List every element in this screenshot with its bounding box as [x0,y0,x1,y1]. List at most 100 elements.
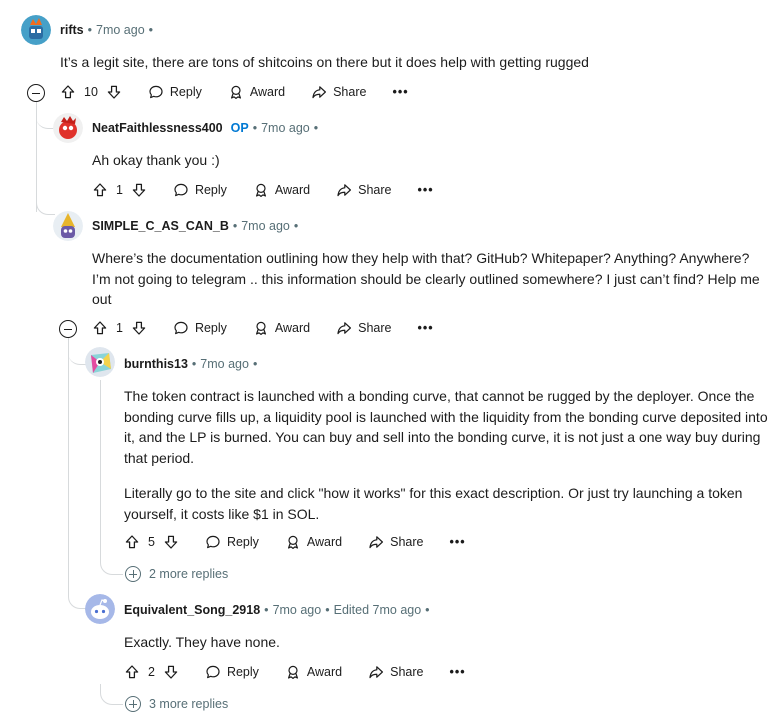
collapse-thread-button[interactable] [27,84,45,102]
share-button[interactable]: Share [368,664,424,680]
reply-icon [173,182,189,198]
comment-meta-neatfaithlessness400: NeatFaithlessness400 OP • 7mo ago • [92,121,318,135]
timestamp[interactable]: 7mo ago [200,357,249,371]
timestamp[interactable]: 7mo ago [261,121,310,135]
thread-line-level2 [68,338,69,594]
share-label: Share [333,85,367,99]
comment-actions-simple-c-as-can-b: 1 Reply Award Share ••• [92,317,434,339]
reply-button[interactable]: Reply [205,534,259,550]
more-options-button[interactable]: ••• [450,665,466,679]
timestamp[interactable]: 7mo ago [273,603,322,617]
downvote-icon[interactable] [163,534,179,550]
separator: • [425,603,430,617]
username[interactable]: Equivalent_Song_2918 [124,603,260,617]
comment-body-rifts: It’s a legit site, there are tons of shi… [60,54,589,70]
avatar-equivalent-song-2918[interactable] [85,594,115,624]
share-button[interactable]: Share [311,84,366,100]
separator: • [232,219,238,233]
share-button[interactable]: Share [336,320,392,336]
share-label: Share [358,183,392,197]
downvote-icon[interactable] [163,664,179,680]
award-label: Award [306,535,343,549]
username[interactable]: rifts [60,23,84,37]
share-icon [336,320,352,336]
share-icon [368,664,384,680]
more-options-button[interactable]: ••• [418,321,434,335]
reply-label: Reply [226,665,259,679]
more-options-button[interactable]: ••• [418,183,434,197]
separator: • [264,603,269,617]
upvote-icon[interactable] [92,182,108,198]
award-button[interactable]: Award [253,320,310,336]
vote-count: 1 [116,321,123,335]
separator: • [313,121,319,135]
reply-button[interactable]: Reply [173,182,227,198]
upvote-icon[interactable] [124,534,140,550]
reply-icon [173,320,189,336]
award-button[interactable]: Award [253,182,310,198]
more-options-button[interactable]: ••• [450,535,466,549]
vote-group: 1 [92,320,147,336]
more-replies-link[interactable]: 2 more replies [125,566,228,582]
reply-label: Reply [169,85,202,99]
upvote-icon[interactable] [92,320,108,336]
timestamp[interactable]: 7mo ago [96,23,145,37]
reply-label: Reply [194,321,227,335]
share-icon [368,534,384,550]
comment-body-equivalent-song-2918: Exactly. They have none. [124,634,280,650]
more-replies-label: 3 more replies [149,697,229,711]
reply-label: Reply [226,535,259,549]
share-icon [336,182,352,198]
avatar-rifts[interactable] [21,15,51,45]
comment-meta-simple-c-as-can-b: SIMPLE_C_AS_CAN_B • 7mo ago • [92,219,298,233]
expand-plus-icon [125,566,141,582]
share-label: Share [390,535,424,549]
upvote-icon[interactable] [60,84,76,100]
more-replies-label: 2 more replies [149,567,229,581]
thread-line-level3 [100,380,101,552]
timestamp[interactable]: 7mo ago [241,219,290,233]
comment-actions-neatfaithlessness400: 1 Reply Award Share ••• [92,179,434,201]
more-replies-link[interactable]: 3 more replies [125,696,228,712]
more-options-button[interactable]: ••• [392,85,408,99]
downvote-icon[interactable] [131,320,147,336]
comment-meta-burnthis13: burnthis13 • 7mo ago • [124,357,257,371]
downvote-icon[interactable] [131,182,147,198]
award-button[interactable]: Award [285,534,342,550]
username[interactable]: burnthis13 [124,357,188,371]
reply-label: Reply [194,183,227,197]
thread-curve-1 [36,104,54,129]
thread-curve-5 [100,552,123,575]
comment-body-burnthis13-p1: The token contract is launched with a bo… [124,388,768,466]
upvote-icon[interactable] [124,664,140,680]
award-icon [228,84,244,100]
avatar-neatfaithlessness400[interactable] [53,113,83,143]
comment-actions-burnthis13: 5 Reply Award Share ••• [124,531,466,553]
share-button[interactable]: Share [368,534,424,550]
vote-group: 5 [124,534,179,550]
avatar-simple-c-as-can-b[interactable] [53,211,83,241]
comment-body-simple-c-as-can-b: Where’s the documentation outlining how … [92,250,760,307]
comment-actions-equivalent-song-2918: 2 Reply Award Share ••• [124,661,466,683]
avatar-burnthis13[interactable] [85,347,115,377]
reply-icon [205,534,221,550]
collapse-thread-button[interactable] [59,320,77,338]
award-button[interactable]: Award [285,664,342,680]
separator: • [191,357,197,371]
reply-button[interactable]: Reply [205,664,259,680]
vote-count: 5 [148,535,155,549]
username[interactable]: NeatFaithlessness400 [92,121,223,135]
op-badge: OP [230,121,249,135]
comment-meta-rifts: rifts • 7mo ago • [60,23,153,37]
reply-button[interactable]: Reply [148,84,202,100]
downvote-icon[interactable] [106,84,122,100]
comment-body-burnthis13-p2: Literally go to the site and click "how … [124,485,743,522]
award-button[interactable]: Award [228,84,285,100]
username[interactable]: SIMPLE_C_AS_CAN_B [92,219,229,233]
edited-label: Edited 7mo ago [333,603,422,617]
share-button[interactable]: Share [336,182,392,198]
award-label: Award [249,85,286,99]
separator: • [87,23,93,37]
comment-actions-rifts: 10 Reply Award Share ••• [60,81,409,103]
reply-button[interactable]: Reply [173,320,227,336]
